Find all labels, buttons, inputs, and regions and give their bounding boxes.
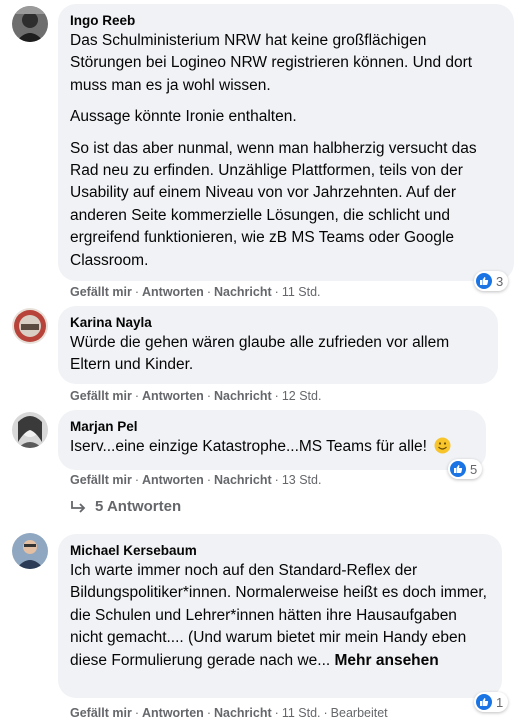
avatar-photo bbox=[12, 308, 48, 344]
avatar-photo bbox=[12, 533, 48, 569]
reaction-count[interactable]: 1 bbox=[474, 692, 509, 712]
like-link[interactable]: Gefällt mir bbox=[70, 473, 132, 487]
reply-link[interactable]: Antworten bbox=[142, 706, 204, 720]
avatar[interactable] bbox=[12, 6, 48, 42]
comment-text: Das Schulministerium NRW hat keine großf… bbox=[70, 30, 502, 272]
message-link[interactable]: Nachricht bbox=[214, 473, 272, 487]
comment-actions: Gefällt mir · Antworten · Nachricht · 13 Std. bbox=[70, 473, 322, 487]
comment-author[interactable]: Marjan Pel bbox=[70, 418, 474, 435]
comment-paragraph: Aussage könnte Ironie enthalten. bbox=[70, 108, 297, 126]
like-icon bbox=[476, 273, 492, 289]
comment-actions: Gefällt mir · Antworten · Nachricht · 11 Std. ·… bbox=[70, 706, 388, 720]
message-link[interactable]: Nachricht bbox=[214, 706, 272, 720]
reaction-count[interactable]: 5 bbox=[448, 459, 483, 479]
like-link[interactable]: Gefällt mir bbox=[70, 285, 132, 299]
smiley-emoji-icon bbox=[434, 437, 451, 454]
avatar[interactable] bbox=[12, 533, 48, 569]
reply-arrow-icon bbox=[71, 500, 86, 513]
comment-paragraph: Würde die gehen wären glaube alle zufrie… bbox=[70, 334, 450, 374]
timestamp[interactable]: 11 Std. bbox=[282, 285, 321, 299]
message-link[interactable]: Nachricht bbox=[214, 389, 272, 403]
comment-paragraph-text: Iserv...eine einzige Katastrophe...MS Te… bbox=[70, 438, 427, 455]
comment-author[interactable]: Michael Kersebaum bbox=[70, 542, 490, 559]
like-icon bbox=[450, 461, 466, 477]
comment-paragraph: Ich warte immer noch auf den Standard-Re… bbox=[70, 560, 490, 672]
like-icon bbox=[476, 694, 492, 710]
edited-label: Bearbeitet bbox=[330, 706, 388, 720]
comment-paragraph: So ist das aber nunmal, wenn man halbher… bbox=[70, 139, 477, 269]
comment-bubble: Karina Nayla Würde die gehen wären glaub… bbox=[58, 306, 498, 384]
avatar[interactable] bbox=[12, 412, 48, 448]
view-replies-label: 5 Antworten bbox=[95, 498, 182, 515]
comment-text: Würde die gehen wären glaube alle zufrie… bbox=[70, 332, 486, 377]
see-more-link[interactable]: Mehr ansehen bbox=[335, 652, 439, 669]
timestamp[interactable]: 11 Std. bbox=[282, 706, 321, 720]
like-link[interactable]: Gefällt mir bbox=[70, 389, 132, 403]
reply-link[interactable]: Antworten bbox=[142, 389, 204, 403]
comment-paragraph: Das Schulministerium NRW hat keine großf… bbox=[70, 32, 473, 94]
avatar-photo bbox=[12, 6, 48, 42]
comment-bubble: Marjan Pel Iserv...eine einzige Katastro… bbox=[58, 410, 486, 470]
comment-bubble: Ingo Reeb Das Schulministerium NRW hat k… bbox=[58, 4, 514, 281]
avatar-photo bbox=[12, 412, 48, 448]
avatar[interactable] bbox=[12, 308, 48, 344]
comment-author[interactable]: Ingo Reeb bbox=[70, 12, 502, 29]
like-link[interactable]: Gefällt mir bbox=[70, 706, 132, 720]
reaction-number: 5 bbox=[470, 461, 478, 477]
comment-bubble: Michael Kersebaum Ich warte immer noch a… bbox=[58, 534, 502, 698]
reply-link[interactable]: Antworten bbox=[142, 285, 204, 299]
timestamp[interactable]: 13 Std. bbox=[282, 473, 322, 487]
comment-actions: Gefällt mir · Antworten · Nachricht · 12 Std. bbox=[70, 389, 322, 403]
reaction-number: 3 bbox=[496, 273, 504, 289]
reaction-count[interactable]: 3 bbox=[474, 271, 509, 291]
message-link[interactable]: Nachricht bbox=[214, 285, 272, 299]
comment-actions: Gefällt mir · Antworten · Nachricht · 11 Std. bbox=[70, 285, 321, 299]
reaction-number: 1 bbox=[496, 694, 504, 710]
comment-author[interactable]: Karina Nayla bbox=[70, 314, 486, 331]
view-replies-link[interactable]: 5 Antworten bbox=[70, 498, 181, 515]
comment-paragraph: Iserv...eine einzige Katastrophe...MS Te… bbox=[70, 436, 474, 458]
timestamp[interactable]: 12 Std. bbox=[282, 389, 322, 403]
reply-link[interactable]: Antworten bbox=[142, 473, 204, 487]
comment-text: Ich warte immer noch auf den Standard-Re… bbox=[70, 560, 490, 672]
comment-text: Iserv...eine einzige Katastrophe...MS Te… bbox=[70, 436, 474, 458]
